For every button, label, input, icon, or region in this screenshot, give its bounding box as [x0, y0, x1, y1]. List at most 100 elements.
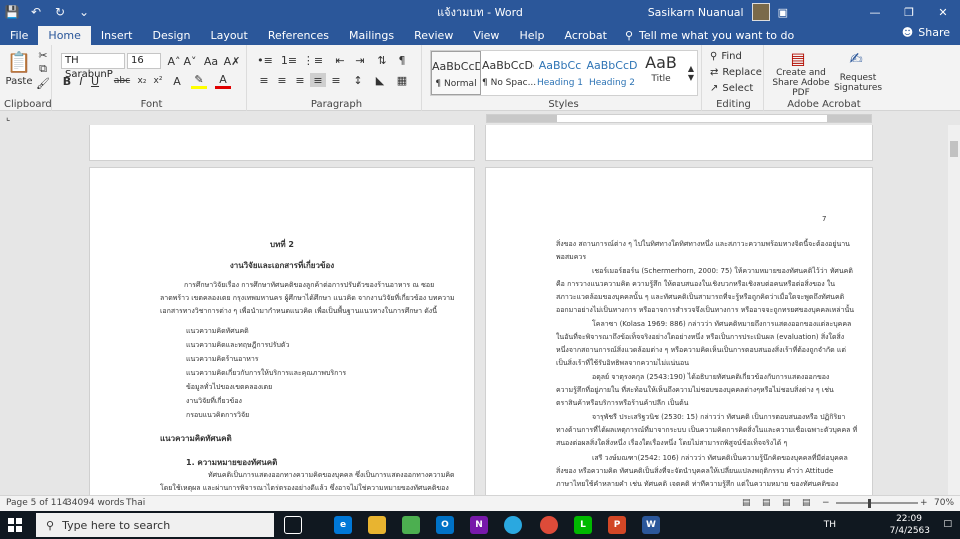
zoom-level[interactable]: 70% [934, 498, 954, 508]
justify-icon[interactable]: ≡ [310, 73, 326, 87]
format-painter-icon[interactable]: 🖌 [36, 77, 50, 90]
tab-acrobat[interactable]: Acrobat [555, 26, 617, 45]
font-color-icon[interactable]: A [215, 73, 231, 89]
document-area[interactable]: บทที่ 2 งานวิจัยและเอกสารที่เกี่ยวข้อง ก… [0, 125, 948, 495]
highlight-icon[interactable]: ✎ [191, 73, 207, 89]
keyboard-language[interactable]: TH [824, 520, 836, 530]
tell-me-search[interactable]: ⚲ Tell me what you want to do [617, 26, 794, 45]
customize-qat-icon[interactable]: ⌄ [72, 5, 96, 19]
page-right[interactable]: 7 สิ่งของ สถานการณ์ต่าง ๆ ไปในทิศทางใดทิ… [486, 168, 872, 495]
show-marks-icon[interactable]: ¶ [394, 53, 410, 67]
cut-icon[interactable]: ✂ [36, 49, 50, 62]
font-name-select[interactable]: TH SarabunP [61, 53, 125, 80]
decrease-indent-icon[interactable]: ⇤ [332, 53, 348, 67]
minimize-button[interactable]: — [858, 0, 892, 24]
tab-help[interactable]: Help [509, 26, 554, 45]
paste-button[interactable]: Paste [4, 75, 34, 87]
word-count[interactable]: 34094 words [66, 498, 124, 508]
restore-button[interactable]: ❐ [892, 0, 926, 24]
task-view-icon[interactable] [284, 516, 302, 534]
clear-formatting-icon[interactable]: A✗ [224, 53, 241, 69]
share-button[interactable]: ☻ Share [902, 26, 950, 39]
vertical-scrollbar[interactable] [948, 125, 960, 495]
bullets-icon[interactable]: •≡ [256, 53, 274, 67]
edge-icon[interactable]: e [334, 516, 352, 534]
strikethrough-icon[interactable]: abc [113, 73, 131, 89]
align-center-icon[interactable]: ≡ [274, 73, 290, 87]
style-heading-1[interactable]: AaBbCc Heading 1 [535, 51, 585, 95]
cortana-icon[interactable] [504, 516, 522, 534]
signature-icon[interactable]: ✍ [846, 49, 866, 68]
find-button[interactable]: ⚲ Find [710, 49, 762, 63]
replace-button[interactable]: ⇄ Replace [710, 65, 762, 79]
avatar[interactable] [751, 3, 770, 21]
clock-time[interactable]: 22:09 [896, 514, 922, 524]
page-count[interactable]: Page 5 of 114 [6, 498, 68, 508]
zoom-in-icon[interactable]: + [920, 498, 928, 508]
windows-start-icon[interactable] [8, 518, 22, 532]
word-icon[interactable]: W [642, 516, 660, 534]
tab-layout[interactable]: Layout [200, 26, 257, 45]
bold-icon[interactable]: B [61, 73, 73, 89]
create-pdf-icon[interactable]: ▤ [788, 49, 808, 68]
create-pdf-button[interactable]: Create and Share Adobe PDF [766, 68, 836, 98]
style-heading-2[interactable]: AaBbCcD Heading 2 [586, 51, 638, 95]
undo-icon[interactable]: ↶ [24, 5, 48, 19]
notifications-icon[interactable]: □ [943, 519, 952, 529]
change-case-icon[interactable]: Aa [201, 53, 221, 69]
style-no-spacing[interactable]: AaBbCcDc ¶ No Spac... [482, 51, 536, 95]
paste-icon[interactable]: 📋 [6, 49, 32, 75]
multilevel-list-icon[interactable]: ⋮≡ [303, 53, 323, 67]
read-mode-icon[interactable]: ▤ [762, 498, 771, 508]
tab-insert[interactable]: Insert [91, 26, 143, 45]
tab-design[interactable]: Design [142, 26, 200, 45]
web-layout-icon[interactable]: ▤ [802, 498, 811, 508]
styles-scroll-icon[interactable]: ▲ ▼ [685, 51, 697, 95]
thai-distribute-icon[interactable]: ≡ [328, 73, 344, 87]
tab-home[interactable]: Home [38, 26, 91, 45]
ribbon-display-icon[interactable]: ▣ [778, 6, 788, 19]
print-layout-icon[interactable]: ▤ [782, 498, 791, 508]
shrink-font-icon[interactable]: A˅ [183, 53, 197, 69]
align-right-icon[interactable]: ≡ [292, 73, 308, 87]
text-effects-icon[interactable]: A [169, 73, 185, 89]
powerpoint-icon[interactable]: P [608, 516, 626, 534]
superscript-icon[interactable]: x² [151, 73, 165, 89]
style-title[interactable]: AaB Title [639, 51, 683, 95]
numbering-icon[interactable]: 1≡ [280, 53, 298, 67]
underline-icon[interactable]: U [89, 73, 101, 89]
borders-icon[interactable]: ▦ [394, 73, 410, 87]
subscript-icon[interactable]: x₂ [135, 73, 149, 89]
tab-references[interactable]: References [258, 26, 339, 45]
shading-icon[interactable]: ◣ [372, 73, 388, 87]
close-button[interactable]: ✕ [926, 0, 960, 24]
grow-font-icon[interactable]: A˄ [167, 53, 181, 69]
redo-icon[interactable]: ↻ [48, 5, 72, 19]
align-left-icon[interactable]: ≡ [256, 73, 272, 87]
zoom-slider[interactable] [836, 502, 918, 504]
tab-selector-icon[interactable]: ⌞ [6, 113, 10, 123]
line-icon[interactable]: L [574, 516, 592, 534]
onenote-icon[interactable]: N [470, 516, 488, 534]
request-signatures-button[interactable]: Request Signatures [834, 71, 882, 95]
horizontal-ruler[interactable] [486, 114, 872, 123]
outlook-icon[interactable]: O [436, 516, 454, 534]
scrollbar-thumb[interactable] [950, 141, 958, 157]
save-icon[interactable]: 💾 [0, 5, 24, 19]
clock-date[interactable]: 7/4/2563 [890, 526, 930, 536]
tab-view[interactable]: View [463, 26, 509, 45]
style-normal[interactable]: AaBbCcDc ¶ Normal [431, 51, 481, 95]
tab-mailings[interactable]: Mailings [339, 26, 404, 45]
file-explorer-icon[interactable] [368, 516, 386, 534]
page-left[interactable]: บทที่ 2 งานวิจัยและเอกสารที่เกี่ยวข้อง ก… [90, 168, 474, 495]
tab-file[interactable]: File [0, 26, 38, 45]
select-button[interactable]: ↗ Select [710, 81, 762, 95]
sort-icon[interactable]: ⇅ [374, 53, 390, 67]
language[interactable]: Thai [126, 498, 145, 508]
taskbar-search[interactable]: ⚲ Type here to search [36, 513, 274, 537]
line-spacing-icon[interactable]: ↕ [350, 73, 366, 87]
user-account[interactable]: Sasikarn Nuanual ▣ [648, 0, 788, 24]
copy-icon[interactable]: ⧉ [36, 62, 50, 75]
store-icon[interactable] [402, 516, 420, 534]
focus-mode-icon[interactable]: ▤ [742, 498, 751, 508]
